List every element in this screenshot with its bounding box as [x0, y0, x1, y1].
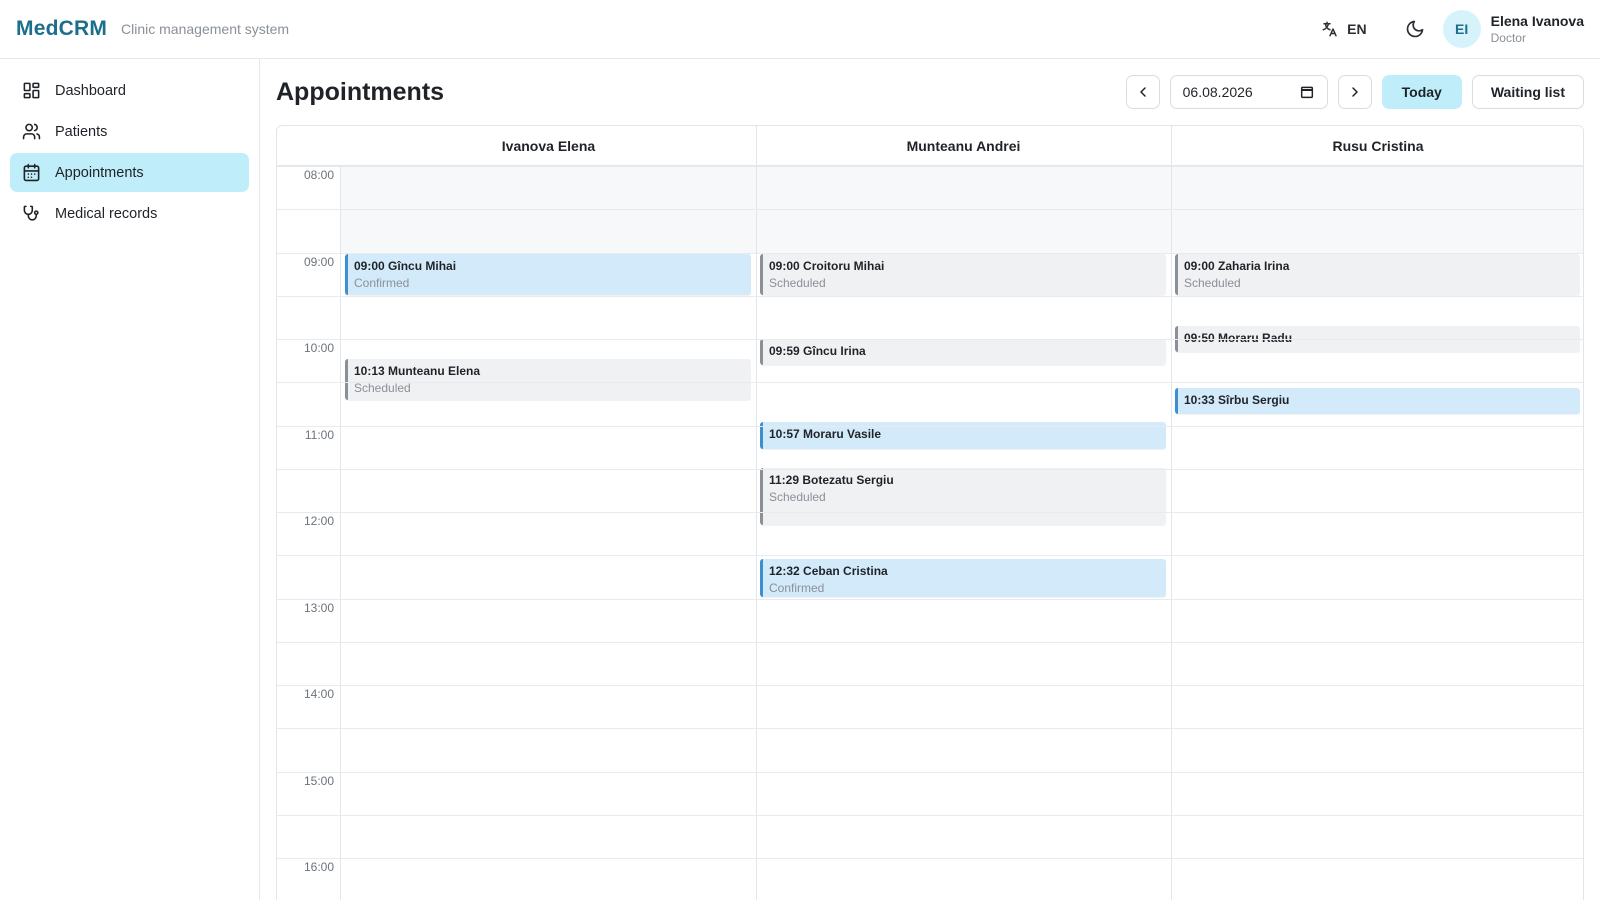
translate-icon: [1322, 21, 1337, 37]
appointment-status: Confirmed: [769, 581, 825, 596]
sidebar-item-label: Dashboard: [55, 82, 126, 99]
user-role: Doctor: [1490, 31, 1526, 45]
chevron-left-icon: [1139, 87, 1146, 97]
time-column: 08:00 09:00 10:00 11:00 12:00 13:00 14:00 15:00…: [277, 166, 341, 900]
time-label: 16:00: [303, 860, 334, 874]
time-label: 15:00: [303, 773, 334, 788]
appointment-title: 10:33 Sîrbu Sergiu: [1184, 392, 1290, 407]
slot-line: [277, 339, 1583, 340]
moon-icon: [1406, 20, 1423, 38]
sidebar: Dashboard Patients Appointments Medical …: [0, 59, 260, 900]
appointment-card[interactable]: 11:29 Botezatu Sergiu Scheduled: [760, 468, 1166, 526]
theme-toggle[interactable]: [1405, 19, 1425, 39]
slot-line: [277, 382, 1583, 384]
waiting-list-button[interactable]: Waiting list: [1471, 75, 1584, 109]
appointment-status: Scheduled: [1184, 275, 1241, 290]
slot-line: [277, 598, 1583, 600]
slot-line: [277, 425, 1583, 427]
slot-line: [277, 814, 1583, 816]
time-label: 14:00: [303, 687, 334, 701]
column-divider: [1171, 126, 1172, 900]
schedule-grid: Ivanova Elena Munteanu Andrei Rusu Crist…: [276, 125, 1584, 900]
app-tagline: Clinic management system: [121, 21, 290, 37]
appointment-card[interactable]: 12:32 Ceban Cristina Confirmed: [760, 559, 1166, 598]
main-content: Appointments 06.08.2026 Today Waiting li…: [260, 59, 1600, 900]
appointment-card[interactable]: 09:00 Gîncu Mihai Confirmed: [345, 253, 751, 295]
slot-line: [277, 166, 1583, 167]
slot-line: [277, 295, 1583, 297]
time-label: 12:00: [303, 514, 334, 528]
sidebar-item-label: Appointments: [55, 164, 144, 181]
user-name: Elena Ivanova: [1490, 13, 1584, 29]
slot-line: [277, 512, 1583, 513]
appointment-title: 09:00 Zaharia Irina: [1184, 258, 1290, 273]
appointment-title: 10:57 Moraru Vasile: [769, 427, 882, 442]
time-label: 10:00: [303, 341, 334, 355]
chevron-right-icon: [1351, 87, 1358, 97]
appointment-status: Scheduled: [769, 490, 826, 505]
language-switcher[interactable]: EN: [1321, 20, 1367, 38]
doctor-column-header: Ivanova Elena: [501, 138, 596, 154]
appointment-status: Scheduled: [769, 275, 826, 290]
slot-line: [277, 771, 1583, 773]
appointment-title: 10:13 Munteanu Elena: [354, 363, 481, 378]
schedule-header: Ivanova Elena Munteanu Andrei Rusu Crist…: [277, 126, 1583, 166]
page-header: Appointments 06.08.2026 Today Waiting li…: [276, 59, 1584, 125]
users-icon: [22, 123, 41, 140]
appointment-card[interactable]: 10:13 Munteanu Elena Scheduled: [345, 358, 751, 400]
slot-line: [277, 728, 1583, 730]
slot-line: [277, 685, 1583, 686]
appointment-title: 11:29 Botezatu Sergiu: [769, 473, 894, 488]
appointment-title: 09:59 Gîncu Irina: [769, 343, 866, 358]
date-toolbar: 06.08.2026 Today Waiting list: [1125, 75, 1584, 109]
time-label: 11:00: [304, 427, 334, 442]
avatar[interactable]: EI: [1442, 10, 1481, 48]
date-value: 06.08.2026: [1182, 84, 1253, 100]
prev-day-button[interactable]: [1125, 75, 1160, 109]
next-day-button[interactable]: [1337, 75, 1372, 109]
appointment-card[interactable]: 10:33 Sîrbu Sergiu: [1175, 387, 1580, 415]
appointment-title: 09:00 Croitoru Mihai: [769, 258, 885, 273]
appointment-card[interactable]: 09:00 Croitoru Mihai Scheduled: [760, 253, 1166, 295]
slot-line: [277, 641, 1583, 643]
appointment-card[interactable]: 09:00 Zaharia Irina Scheduled: [1175, 253, 1580, 295]
time-label: 13:00: [303, 600, 334, 615]
slot-line: [277, 209, 1583, 211]
header-actions: EN EI Elena Ivanova Doctor: [1321, 10, 1584, 48]
date-field[interactable]: 06.08.2026: [1169, 75, 1328, 109]
time-label: 08:00: [303, 168, 334, 182]
sidebar-item-appointments[interactable]: Appointments: [10, 153, 249, 192]
sidebar-item-patients[interactable]: Patients: [10, 112, 249, 151]
slot-line: [277, 858, 1583, 859]
language-label: EN: [1347, 21, 1367, 37]
slot-line: [277, 252, 1583, 254]
column-divider: [756, 126, 757, 900]
dashboard-icon: [23, 82, 40, 99]
slot-line: [277, 468, 1583, 470]
slot-line: [277, 555, 1583, 557]
stethoscope-icon: [23, 205, 39, 221]
appointment-title: 09:00 Gîncu Mihai: [354, 258, 457, 273]
appointment-card[interactable]: 09:59 Gîncu Irina: [760, 338, 1166, 366]
doctor-column-header: Munteanu Andrei: [906, 138, 1021, 154]
appointment-title: 12:32 Ceban Cristina: [769, 564, 888, 579]
appointment-status: Confirmed: [354, 275, 410, 290]
user-info[interactable]: Elena Ivanova Doctor: [1491, 13, 1584, 45]
app-logo[interactable]: MedCRM: [16, 17, 107, 41]
calendar-picker-icon[interactable]: [1299, 84, 1315, 100]
calendar-icon: [23, 163, 40, 182]
sidebar-item-label: Patients: [55, 123, 108, 140]
doctor-column-header: Rusu Cristina: [1332, 138, 1424, 154]
sidebar-item-label: Medical records: [55, 205, 158, 222]
today-button[interactable]: Today: [1381, 75, 1462, 109]
sidebar-item-dashboard[interactable]: Dashboard: [10, 71, 249, 110]
sidebar-item-medical-records[interactable]: Medical records: [10, 194, 249, 233]
time-label: 09:00: [303, 254, 334, 269]
page-title: Appointments: [276, 77, 445, 106]
top-bar: MedCRM Clinic management system EN EI El…: [0, 0, 1600, 59]
